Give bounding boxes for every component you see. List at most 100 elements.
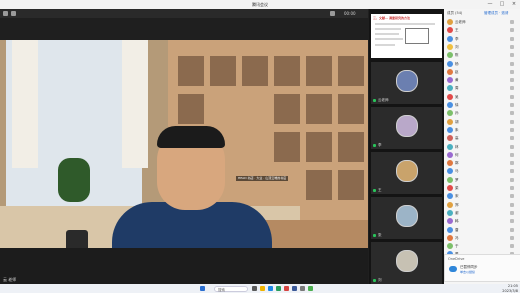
participant-item[interactable]: 吴 — [447, 93, 517, 101]
participant-item[interactable]: 周 — [447, 84, 517, 92]
mic-icon[interactable] — [510, 219, 514, 224]
participant-item[interactable]: 刘 — [447, 43, 517, 51]
participant-item[interactable]: 于 — [447, 242, 517, 250]
maximize-button[interactable]: □ — [496, 0, 508, 9]
mic-icon[interactable] — [510, 161, 514, 166]
mic-icon[interactable] — [510, 202, 514, 207]
mic-icon[interactable] — [510, 103, 514, 107]
mic-icon[interactable] — [510, 152, 514, 157]
shelf-cell — [306, 170, 332, 200]
mic-icon[interactable] — [510, 235, 514, 240]
signal-icon[interactable] — [11, 11, 16, 16]
participant-item[interactable]: 胡 — [447, 118, 517, 126]
close-button[interactable]: × — [508, 0, 520, 9]
mic-icon[interactable] — [510, 194, 514, 199]
tile-name: 云老师 — [378, 98, 389, 102]
app-icon[interactable] — [300, 286, 305, 291]
app-icon[interactable] — [292, 286, 297, 291]
mic-icon[interactable] — [510, 94, 514, 99]
mic-icon[interactable] — [510, 28, 514, 33]
mic-icon[interactable] — [510, 44, 514, 49]
participant-item[interactable]: 陈 — [447, 51, 517, 59]
participant-item[interactable]: 马 — [447, 167, 517, 175]
participant-item[interactable]: 韩 — [447, 217, 517, 225]
participant-item[interactable]: 徐 — [447, 101, 517, 109]
participant-item[interactable]: 杨 — [447, 60, 517, 68]
participant-name: 梁 — [455, 186, 459, 190]
file-explorer-icon[interactable] — [260, 286, 265, 291]
participant-name: 郭 — [455, 161, 459, 166]
task-view-icon[interactable] — [252, 286, 257, 291]
video-tile[interactable]: 王 — [371, 152, 442, 194]
participant-item[interactable]: 朱 — [447, 126, 517, 134]
participant-item[interactable]: 云老师 — [447, 18, 517, 26]
mic-icon[interactable] — [510, 119, 514, 124]
participant-item[interactable]: 何 — [447, 151, 517, 159]
mic-icon[interactable] — [510, 78, 514, 83]
mic-icon[interactable] — [510, 69, 514, 74]
video-tile[interactable]: 云老师 — [371, 62, 442, 104]
participant-avatar — [447, 19, 453, 25]
browser-icon[interactable] — [268, 286, 273, 291]
participant-item[interactable]: 林 — [447, 143, 517, 151]
participant-item[interactable]: 王 — [447, 26, 517, 34]
participant-name: 郑 — [455, 202, 459, 207]
manage-members-link[interactable]: 管理成员 · 邀请 — [484, 11, 508, 16]
mic-icon[interactable] — [510, 136, 514, 141]
layout-icon[interactable] — [330, 11, 335, 16]
participant-avatar — [447, 218, 453, 225]
main-video[interactable]: HEAD 书店 · 大业 · 山顶云端的书店 — [0, 40, 368, 248]
participant-name: 冯 — [455, 235, 459, 240]
participant-item[interactable]: 高 — [447, 134, 517, 142]
app-icon[interactable] — [308, 286, 313, 291]
shelf-cell — [274, 132, 300, 162]
start-icon[interactable] — [200, 286, 205, 291]
participant-item[interactable]: 罗 — [447, 176, 517, 184]
participant-name: 徐 — [455, 103, 459, 107]
participant-item[interactable]: 冯 — [447, 234, 517, 242]
participant-item[interactable]: 李 — [447, 35, 517, 43]
avatar — [396, 115, 418, 137]
info-icon[interactable] — [3, 11, 8, 16]
participant-item[interactable]: 梁 — [447, 184, 517, 192]
participant-item[interactable]: 宋 — [447, 192, 517, 200]
toast-subtext: 单击以继续 — [460, 270, 476, 274]
mic-icon — [373, 144, 376, 147]
mic-icon[interactable] — [510, 210, 514, 215]
mic-icon[interactable] — [510, 20, 514, 24]
mic-icon[interactable] — [510, 61, 514, 66]
participant-avatar — [447, 85, 453, 92]
mic-icon[interactable] — [510, 144, 514, 149]
mic-icon[interactable] — [510, 244, 514, 249]
video-tile[interactable]: 李 — [371, 107, 442, 149]
shared-screen-thumbnail[interactable]: 三、文献… 调查研究的方法 — [371, 14, 442, 58]
mic-icon[interactable] — [510, 86, 514, 91]
mic-icon[interactable] — [510, 177, 514, 182]
participant-item[interactable]: 孙 — [447, 109, 517, 117]
participant-item[interactable]: 赵 — [447, 68, 517, 76]
mic-icon — [373, 279, 376, 282]
mic-icon[interactable] — [510, 53, 514, 58]
mic-icon[interactable] — [510, 111, 514, 116]
taskbar-search[interactable]: 搜索 — [214, 285, 248, 292]
app-icon[interactable] — [284, 286, 289, 291]
mic-icon[interactable] — [510, 186, 514, 190]
meeting-app-icon[interactable] — [276, 286, 281, 291]
mic-icon[interactable] — [510, 227, 514, 232]
participant-item[interactable]: 唐 — [447, 226, 517, 234]
participant-item[interactable]: 郑 — [447, 201, 517, 209]
participant-item[interactable]: 谢 — [447, 209, 517, 217]
participant-name: 高 — [455, 136, 459, 141]
shelf-cell — [274, 94, 300, 124]
mic-icon[interactable] — [510, 169, 514, 174]
mic-icon[interactable] — [510, 127, 514, 132]
minimize-button[interactable]: — — [484, 0, 496, 9]
video-tile[interactable]: 张 — [371, 197, 442, 239]
participant-item[interactable]: 郭 — [447, 159, 517, 167]
notification-toast[interactable]: OneDrive 已暂停同步 单击以继续 — [444, 254, 520, 282]
mic-icon[interactable] — [510, 36, 514, 41]
participant-item[interactable]: 黄 — [447, 76, 517, 84]
shelf-cell — [178, 56, 204, 86]
participant-name: 谢 — [455, 210, 459, 215]
video-tile[interactable]: 刘 — [371, 242, 442, 284]
